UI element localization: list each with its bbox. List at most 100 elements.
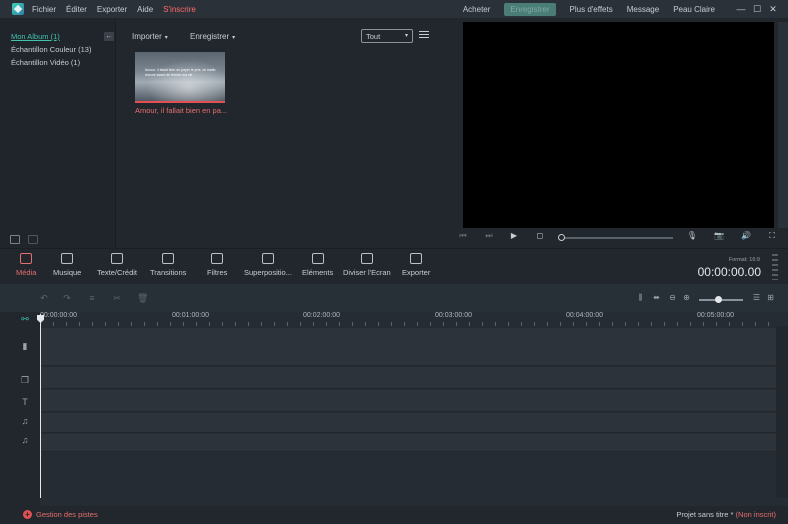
module-filters[interactable]: Filtres [207,253,227,277]
status-bar: + Gestion des pistes Projet sans titre *… [0,506,788,524]
panel-grip[interactable] [772,254,778,280]
module-transitions[interactable]: Transitions [150,253,186,277]
manage-tracks-button[interactable]: + Gestion des pistes [23,510,98,519]
music-track[interactable] [40,413,776,433]
menu-edit[interactable]: Éditer [66,5,87,14]
preview-scrollbar[interactable] [778,22,788,228]
export-icon [410,253,423,264]
timecode-display: 00:00:00.00 [697,265,761,279]
message-link[interactable]: Message [627,5,659,14]
ruler-label: 00:02:00:00 [303,312,340,319]
zoom-out-icon[interactable]: ⊖ [667,293,678,303]
undo-icon[interactable]: ↶ [39,293,49,303]
project-name: Projet sans titre * [676,510,734,519]
link-icon[interactable]: ⚯ [19,314,31,325]
filter-icon [211,253,224,264]
clip-title[interactable]: Amour, il fallait bien en pa... [135,106,227,115]
list-view-icon[interactable] [419,31,429,40]
module-overlays[interactable]: Superpositio... [244,253,292,277]
maximize-icon[interactable]: ☐ [750,4,764,15]
menu-file[interactable]: Fichier [32,5,56,14]
stop-icon[interactable]: ◻ [534,231,546,240]
module-label: Eléments [302,268,334,277]
audio-mixer-icon[interactable]: ⫼ [635,293,646,303]
filter-value: Tout [366,32,381,41]
video-track[interactable] [40,328,776,366]
import-dropdown[interactable]: Importer ▾ [132,32,168,41]
module-label: Exporter [402,268,431,277]
ruler-label: 00:03:00:00 [435,312,472,319]
music-icon [61,253,74,264]
play-icon[interactable]: ▶ [508,231,520,240]
buy-link[interactable]: Acheter [463,5,491,14]
module-split-screen[interactable]: Diviser l'Ecran [343,253,391,277]
split-screen-icon [360,253,373,264]
delete-icon[interactable]: 🗑 [137,293,148,303]
fullscreen-icon[interactable]: ⛶ [766,231,778,241]
video-track-icon: ▮ [22,341,28,351]
module-media[interactable]: Média [16,253,36,277]
music-track-icon: ♫ [21,416,29,426]
previous-frame-icon[interactable]: ⏮ [457,231,469,241]
library-footer [0,232,116,248]
player-controls: ⏮ ⏭ ▶ ◻ 🎙 📷 🔊 ⛶ [451,228,788,248]
playhead[interactable] [40,314,41,498]
delete-folder-icon[interactable] [28,235,38,244]
cut-icon[interactable]: ✂ [112,293,122,303]
menu-export[interactable]: Exporter [97,5,127,14]
adjust-icon[interactable]: ≡ [87,293,97,303]
close-icon[interactable]: ✕ [766,4,780,15]
module-elements[interactable]: Eléments [302,253,333,277]
filter-select[interactable]: Tout ▾ [361,29,413,43]
chevron-down-icon: ▾ [164,35,168,41]
skin-link[interactable]: Peau Claire [673,5,715,14]
module-label: Musique [53,268,82,277]
timeline-toolbar: ↶ ↷ ≡ ✂ 🗑 ⫼ ⬌ ⊖ ⊕ ☰ ⊞ [0,284,788,312]
library-item-color-samples[interactable]: Échantillon Couleur (13) [11,45,91,54]
text-track[interactable] [40,390,776,412]
module-music[interactable]: Musique [53,253,81,277]
format-label: Format: 16:9 [728,257,760,263]
more-effects-link[interactable]: Plus d'effets [570,5,613,14]
title-bar: Fichier Éditer Exporter Aide S'inscrire … [0,0,788,18]
redo-icon[interactable]: ↷ [62,293,72,303]
module-label: Filtres [207,268,228,277]
zoom-slider-handle[interactable] [715,296,722,303]
timeline-scrollbar[interactable] [776,326,788,498]
register-button[interactable]: Enregistrer [504,2,556,16]
minimize-icon[interactable]: — [734,4,748,15]
collapse-arrow-icon[interactable]: ← [104,32,114,41]
zoom-in-icon[interactable]: ⊕ [681,293,692,303]
ruler-label: 00:05:00:00 [697,312,734,319]
volume-icon[interactable]: 🔊 [740,231,752,240]
ruler-label: 00:04:00:00 [566,312,603,319]
scrub-track[interactable] [561,237,673,239]
plus-icon: + [23,510,32,519]
record-dropdown[interactable]: Enregistrer ▾ [190,32,235,41]
menu-help[interactable]: Aide [137,5,153,14]
microphone-icon[interactable]: 🎙 [686,231,698,240]
library-item-video-samples[interactable]: Échantillon Vidéo (1) [11,58,80,67]
snapshot-icon[interactable]: 📷 [713,231,725,240]
fit-timeline-icon[interactable]: ⬌ [651,293,662,303]
new-folder-icon[interactable] [10,235,20,244]
list-icon[interactable]: ☰ [751,293,762,303]
track-headers: ⚯ ▮ ❐ T ♫ ♫ [0,312,40,506]
module-export[interactable]: Exporter [402,253,430,277]
music-track-icon: ♫ [21,435,29,445]
module-label: Diviser l'Ecran [343,268,391,277]
scrub-handle[interactable] [558,234,565,241]
library-panel: Mon Album (1) Échantillon Couleur (13) É… [0,18,116,232]
music-track[interactable] [40,434,776,452]
project-status: Projet sans titre * (Non inscrit) [676,510,776,519]
preview-screen [463,22,774,228]
module-text[interactable]: Texte/Crédit [97,253,137,277]
module-label: Média [16,268,37,277]
text-track-icon: T [22,397,28,407]
next-frame-icon[interactable]: ⏭ [483,231,495,241]
overlay-track[interactable] [40,367,776,389]
library-item-my-album[interactable]: Mon Album (1) [11,32,60,41]
clip-thumbnail[interactable]: Amour, il fallait bien en payer le prix,… [135,52,225,102]
grid-icon[interactable]: ⊞ [765,293,776,303]
signup-link[interactable]: S'inscrire [163,5,196,14]
